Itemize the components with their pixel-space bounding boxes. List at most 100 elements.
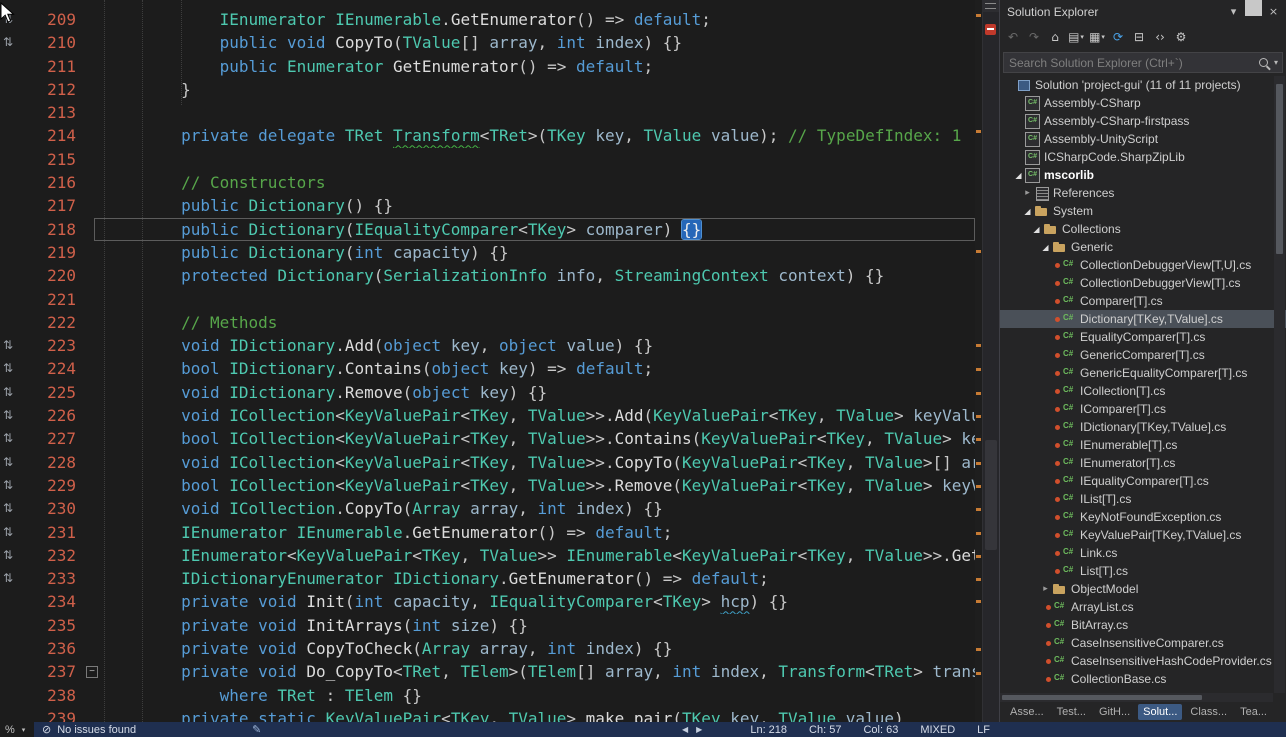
tree-item[interactable]: Assembly-CSharp [1000, 94, 1286, 112]
code-line[interactable]: ⇅209 IEnumerator IEnumerable.GetEnumerat… [0, 8, 975, 31]
tree-item[interactable]: ICSharpCode.SharpZipLib [1000, 148, 1286, 166]
editor-vertical-scrollbar[interactable] [982, 0, 999, 722]
pin-icon[interactable] [1245, 4, 1262, 20]
line-number[interactable]: 209 [26, 8, 76, 31]
line-indicator[interactable]: Ln: 218 [750, 724, 787, 736]
zoom-control[interactable]: % ▾ [0, 722, 34, 737]
code-line[interactable]: 237 private void Do_CopyTo<TRet, TElem>(… [0, 660, 975, 683]
tree-item[interactable]: Dictionary[TKey,TValue].cs [1000, 310, 1286, 328]
tree-item[interactable]: Assembly-CSharp-firstpass [1000, 112, 1286, 130]
tree-item[interactable]: ArrayList.cs [1000, 598, 1286, 616]
tree-item[interactable]: KeyNotFoundException.cs [1000, 508, 1286, 526]
collapse-all-icon[interactable]: ⊟ [1129, 28, 1149, 46]
outline-collapse-toggle[interactable] [86, 666, 98, 678]
search-icon[interactable] [1259, 58, 1268, 67]
tree-vertical-scrollbar[interactable] [1274, 76, 1285, 693]
tree-item[interactable]: IEnumerator[T].cs [1000, 454, 1286, 472]
back-icon[interactable]: ↶ [1003, 28, 1023, 46]
implements-glyph-icon[interactable]: ⇅ [0, 404, 26, 427]
line-number[interactable]: 236 [26, 637, 76, 660]
show-all-files-icon[interactable]: ▦ [1087, 28, 1107, 46]
code-line[interactable]: ⇅226 void ICollection<KeyValuePair<TKey,… [0, 404, 975, 427]
chevron-collapsed-icon[interactable]: ▸ [1040, 584, 1051, 594]
code-line[interactable]: 216 // Constructors [0, 171, 975, 194]
line-number[interactable]: 227 [26, 427, 76, 450]
char-indicator[interactable]: Ch: 57 [809, 724, 841, 736]
chevron-expanded-icon[interactable]: ◢ [1022, 207, 1033, 216]
tree-item[interactable]: Assembly-UnityScript [1000, 130, 1286, 148]
tree-item[interactable]: CollectionDebuggerView[T,U].cs [1000, 256, 1286, 274]
switch-views-icon[interactable]: ▤ [1066, 28, 1086, 46]
line-number[interactable]: 218 [26, 218, 76, 241]
implements-glyph-icon[interactable]: ⇅ [0, 497, 26, 520]
eol-indicator[interactable]: LF [977, 724, 990, 736]
code-line[interactable]: ⇅210 public void CopyTo(TValue[] array, … [0, 31, 975, 54]
tree-item[interactable]: BitArray.cs [1000, 616, 1286, 634]
tree-horizontal-scrollbar[interactable] [1000, 693, 1273, 702]
line-number[interactable]: 234 [26, 590, 76, 613]
implements-glyph-icon[interactable]: ⇅ [0, 334, 26, 357]
line-number[interactable]: 238 [26, 684, 76, 707]
panel-tab[interactable]: Solut... [1138, 704, 1182, 720]
implements-glyph-icon[interactable]: ⇅ [0, 544, 26, 567]
code-line[interactable]: 218 public Dictionary(IEqualityComparer<… [0, 218, 975, 241]
code-line[interactable]: 235 private void InitArrays(int size) {} [0, 614, 975, 637]
tree-item[interactable]: ◢Generic [1000, 238, 1286, 256]
code-line[interactable]: 220 protected Dictionary(SerializationIn… [0, 264, 975, 287]
line-number[interactable]: 235 [26, 614, 76, 637]
code-line[interactable]: 215 [0, 148, 975, 171]
view-code-icon[interactable]: ‹› [1150, 28, 1170, 46]
tree-item[interactable]: CollectionDebuggerView[T].cs [1000, 274, 1286, 292]
refresh-icon[interactable]: ⟳ [1108, 28, 1128, 46]
code-line[interactable]: ⇅229 bool ICollection<KeyValuePair<TKey,… [0, 474, 975, 497]
code-line[interactable]: 217 public Dictionary() {} [0, 194, 975, 217]
implements-glyph-icon[interactable]: ⇅ [0, 427, 26, 450]
implements-glyph-icon[interactable]: ⇅ [0, 521, 26, 544]
search-options-caret-icon[interactable]: ▾ [1274, 58, 1278, 67]
code-line[interactable]: 213 [0, 101, 975, 124]
tree-item[interactable]: IEnumerable[T].cs [1000, 436, 1286, 454]
home-icon[interactable]: ⌂ [1045, 28, 1065, 46]
line-number[interactable]: 225 [26, 381, 76, 404]
code-line[interactable]: ⇅232 IEnumerator<KeyValuePair<TKey, TVal… [0, 544, 975, 567]
code-line[interactable]: ⇅223 void IDictionary.Add(object key, ob… [0, 334, 975, 357]
tree-item[interactable]: IList[T].cs [1000, 490, 1286, 508]
implements-glyph-icon[interactable]: ⇅ [0, 381, 26, 404]
code-line[interactable]: 222 // Methods [0, 311, 975, 334]
line-number[interactable]: 237 [26, 660, 76, 683]
properties-icon[interactable]: ⚙ [1171, 28, 1191, 46]
tree-item[interactable]: KeyValuePair[TKey,TValue].cs [1000, 526, 1286, 544]
panel-tab[interactable]: Tea... [1235, 704, 1272, 720]
line-number[interactable]: 215 [26, 148, 76, 171]
chevron-expanded-icon[interactable]: ◢ [1031, 225, 1042, 234]
code-line[interactable]: ⇅231 IEnumerator IEnumerable.GetEnumerat… [0, 521, 975, 544]
chevron-collapsed-icon[interactable]: ▸ [1022, 188, 1033, 198]
tree-item[interactable]: GenericEqualityComparer[T].cs [1000, 364, 1286, 382]
issues-status[interactable]: No issues found [57, 724, 136, 736]
implements-glyph-icon[interactable]: ⇅ [0, 31, 26, 54]
implements-glyph-icon[interactable]: ⇅ [0, 567, 26, 590]
tree-item[interactable]: List[T].cs [1000, 562, 1286, 580]
tree-item[interactable]: ▸References [1000, 184, 1286, 202]
tree-item[interactable]: ▸ObjectModel [1000, 580, 1286, 598]
scrollbar-thumb[interactable] [985, 440, 997, 550]
code-line[interactable]: 239 private static KeyValuePair<TKey, TV… [0, 707, 975, 722]
scrollbar-split-handle[interactable] [982, 0, 999, 12]
panel-tab[interactable]: GitH... [1094, 704, 1135, 720]
tree-item[interactable]: ◢Collections [1000, 220, 1286, 238]
code-line[interactable]: 221 [0, 288, 975, 311]
tree-item[interactable]: Comparer[T].cs [1000, 292, 1286, 310]
line-number[interactable]: 230 [26, 497, 76, 520]
tree-item[interactable]: CollectionBase.cs [1000, 670, 1286, 688]
window-position-icon[interactable]: ▾ [1225, 4, 1242, 20]
code-line[interactable]: ⇅225 void IDictionary.Remove(object key)… [0, 381, 975, 404]
implements-glyph-icon[interactable]: ⇅ [0, 451, 26, 474]
panel-tab[interactable]: Asse... [1005, 704, 1049, 720]
line-number[interactable]: 223 [26, 334, 76, 357]
line-number[interactable]: 239 [26, 707, 76, 722]
tree-item[interactable]: ◢mscorlib [1000, 166, 1286, 184]
line-number[interactable]: 210 [26, 31, 76, 54]
chevron-expanded-icon[interactable]: ◢ [1040, 243, 1051, 252]
search-input[interactable] [1004, 56, 1259, 70]
scroll-left-icon[interactable]: ◀ [682, 725, 688, 734]
